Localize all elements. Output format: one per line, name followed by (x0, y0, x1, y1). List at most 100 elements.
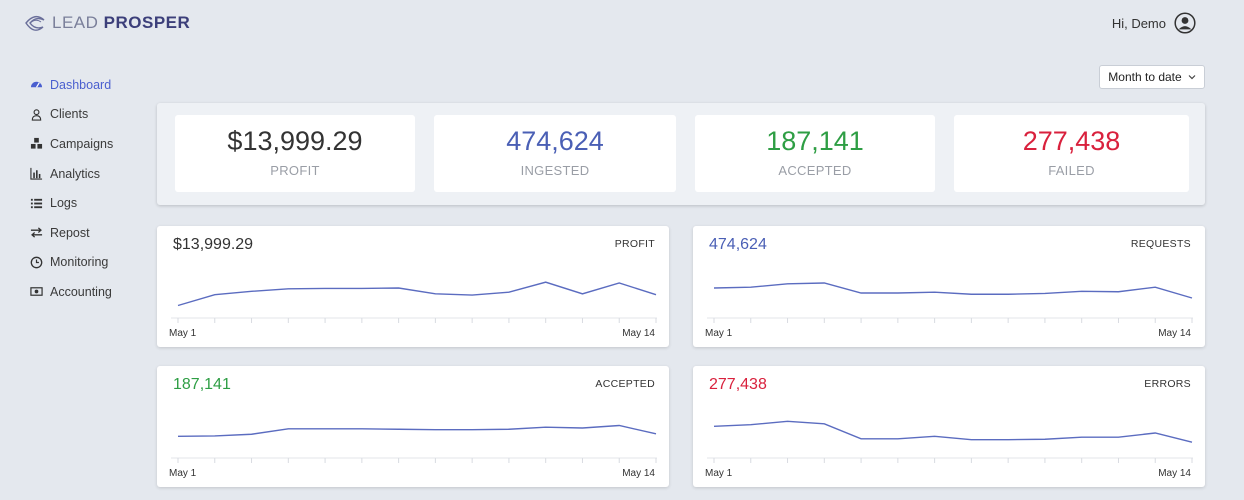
chart-card-requests[interactable]: 474,624 REQUESTS May 1 May 14 (693, 226, 1205, 347)
data-point[interactable] (210, 290, 220, 300)
sidebar-item-monitoring[interactable]: Monitoring (30, 248, 150, 278)
sidebar-item-accounting[interactable]: Accounting (30, 277, 150, 307)
data-point[interactable] (247, 286, 257, 296)
sidebar-item-label: Campaigns (50, 136, 114, 151)
data-point[interactable] (283, 284, 293, 294)
data-point[interactable] (614, 421, 624, 431)
data-point[interactable] (1040, 434, 1050, 444)
data-point[interactable] (1187, 293, 1197, 303)
data-point[interactable] (173, 301, 183, 311)
data-point[interactable] (783, 416, 793, 426)
sidebar-item-campaigns[interactable]: Campaigns (30, 129, 150, 159)
sidebar-item-analytics[interactable]: Analytics (30, 159, 150, 189)
data-point[interactable] (709, 421, 719, 431)
data-point[interactable] (541, 422, 551, 432)
sidebar-item-label: Logs (50, 196, 78, 211)
stat-label: FAILED (1048, 163, 1095, 178)
data-point[interactable] (856, 434, 866, 444)
data-point[interactable] (394, 424, 404, 434)
chart-card-profit[interactable]: $13,999.29 PROFIT May 1 May 14 (157, 226, 669, 347)
stat-value: $13,999.29 (227, 126, 363, 156)
sidebar-item-label: Monitoring (50, 255, 109, 270)
data-point[interactable] (746, 420, 756, 430)
data-point[interactable] (173, 431, 183, 441)
stat-card-accepted[interactable]: 187,141 ACCEPTED (695, 115, 935, 192)
chart-card-errors[interactable]: 277,438 ERRORS May 1 May 14 (693, 366, 1205, 487)
logo[interactable]: LEAD PROSPER (22, 10, 190, 36)
sidebar-item-label: Repost (50, 225, 90, 240)
line-chart (707, 278, 1197, 323)
data-point[interactable] (966, 435, 976, 445)
data-point[interactable] (930, 287, 940, 297)
money-icon (30, 287, 43, 297)
data-point[interactable] (856, 288, 866, 298)
stat-label: PROFIT (270, 163, 320, 178)
data-point[interactable] (1040, 288, 1050, 298)
data-point[interactable] (893, 434, 903, 444)
data-point[interactable] (651, 429, 661, 439)
x-axis-end-label: May 14 (622, 328, 655, 339)
data-point[interactable] (893, 288, 903, 298)
data-point[interactable] (1187, 437, 1197, 447)
chart-title: PROFIT (614, 238, 655, 250)
data-point[interactable] (430, 289, 440, 299)
sidebar-item-dashboard[interactable]: Dashboard (30, 70, 150, 100)
data-point[interactable] (247, 429, 257, 439)
data-point[interactable] (1003, 289, 1013, 299)
data-point[interactable] (1077, 432, 1087, 442)
data-point[interactable] (577, 289, 587, 299)
sidebar-item-clients[interactable]: Clients (30, 100, 150, 130)
data-point[interactable] (430, 425, 440, 435)
sidebar-item-logs[interactable]: Logs (30, 188, 150, 218)
data-point[interactable] (1003, 435, 1013, 445)
data-point[interactable] (1113, 287, 1123, 297)
data-point[interactable] (357, 424, 367, 434)
data-point[interactable] (504, 287, 514, 297)
data-point[interactable] (1077, 286, 1087, 296)
data-point[interactable] (1150, 282, 1160, 292)
data-point[interactable] (210, 431, 220, 441)
chart-card-accepted[interactable]: 187,141 ACCEPTED May 1 May 14 (157, 366, 669, 487)
data-point[interactable] (504, 424, 514, 434)
list-icon (30, 198, 43, 208)
data-point[interactable] (966, 289, 976, 299)
x-axis-start-label: May 1 (169, 328, 197, 339)
data-point[interactable] (819, 419, 829, 429)
data-point[interactable] (651, 290, 661, 300)
cubes-icon (30, 138, 43, 150)
data-point[interactable] (541, 277, 551, 287)
chart-title: REQUESTS (1130, 238, 1191, 250)
dashboard-icon (30, 82, 43, 88)
data-point[interactable] (467, 290, 477, 300)
data-point[interactable] (394, 283, 404, 293)
data-point[interactable] (709, 283, 719, 293)
sidebar-item-label: Clients (50, 107, 89, 122)
sidebar-item-repost[interactable]: Repost (30, 218, 150, 248)
x-axis-end-label: May 14 (1158, 468, 1191, 479)
chart-value: $13,999.29 (173, 236, 254, 253)
logo-mark-icon (25, 15, 45, 31)
data-point[interactable] (783, 279, 793, 289)
data-point[interactable] (320, 283, 330, 293)
data-point[interactable] (467, 425, 477, 435)
stat-card-ingested[interactable]: 474,624 INGESTED (434, 115, 676, 192)
data-point[interactable] (1113, 432, 1123, 442)
data-point[interactable] (746, 282, 756, 292)
data-point[interactable] (614, 278, 624, 288)
data-point[interactable] (577, 423, 587, 433)
data-point[interactable] (283, 424, 293, 434)
stat-card-profit[interactable]: $13,999.29 PROFIT (175, 115, 415, 192)
user-greeting: Hi, Demo (1111, 16, 1166, 31)
data-point[interactable] (1150, 428, 1160, 438)
date-range-dropdown[interactable]: Month to date (1099, 65, 1205, 89)
x-axis-start-label: May 1 (169, 468, 197, 479)
stat-card-failed[interactable]: 277,438 FAILED (954, 115, 1189, 192)
chart-value: 187,141 (173, 376, 231, 393)
user-circle-icon[interactable] (1174, 12, 1196, 34)
data-point[interactable] (819, 278, 829, 288)
data-point[interactable] (930, 431, 940, 441)
chart-value: 474,624 (709, 236, 767, 253)
x-axis-end-label: May 14 (622, 468, 655, 479)
data-point[interactable] (320, 424, 330, 434)
data-point[interactable] (357, 283, 367, 293)
